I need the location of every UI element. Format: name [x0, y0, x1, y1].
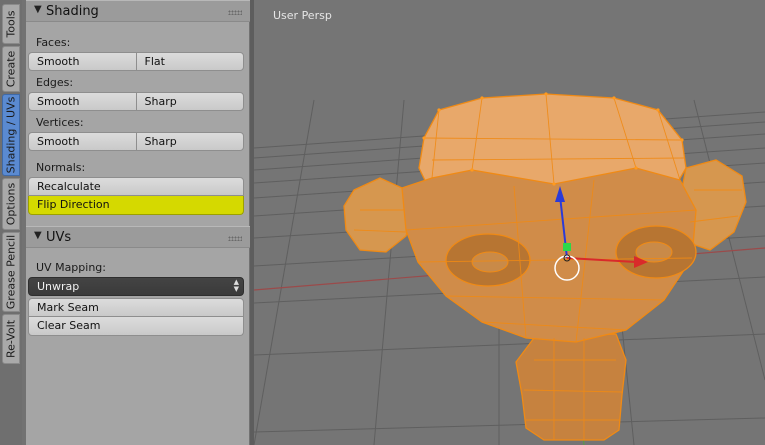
mark-seam-button[interactable]: Mark Seam: [28, 298, 244, 317]
uv-mapping-dropdown[interactable]: Unwrap ▲ ▼: [28, 277, 244, 296]
uvs-panel-header[interactable]: ▼ UVs: [26, 226, 250, 248]
tab-create-label: Create: [4, 50, 18, 88]
vertices-sharp-button[interactable]: Sharp: [135, 132, 244, 151]
uv-mapping-label: UV Mapping:: [36, 261, 106, 274]
faces-smooth-button[interactable]: Smooth: [28, 52, 136, 71]
uv-mapping-row: Unwrap ▲ ▼: [28, 277, 244, 296]
tab-create[interactable]: Create: [2, 46, 20, 92]
tool-shelf-tabs: Tools Create Shading / UVs Options Greas…: [0, 0, 23, 445]
clear-seam-button[interactable]: Clear Seam: [28, 317, 244, 336]
tab-re-volt[interactable]: Re-Volt: [2, 314, 20, 364]
flip-direction-row: Flip Direction: [28, 196, 244, 215]
drag-grip-icon[interactable]: [228, 10, 242, 15]
collapse-triangle-icon[interactable]: ▼: [34, 4, 42, 15]
recalculate-row: Recalculate: [28, 177, 244, 196]
vertices-shading-row: Smooth Sharp: [28, 132, 244, 151]
tab-re-volt-label: Re-Volt: [4, 319, 18, 359]
tab-tools-label: Tools: [4, 10, 18, 38]
flip-direction-button[interactable]: Flip Direction: [28, 196, 244, 215]
drag-grip-icon[interactable]: [228, 236, 242, 241]
tab-shading-uvs[interactable]: Shading / UVs: [2, 94, 20, 176]
edges-label: Edges:: [36, 76, 74, 89]
clear-seam-row: Clear Seam: [28, 317, 244, 336]
tab-tools[interactable]: Tools: [2, 4, 20, 44]
faces-shading-row: Smooth Flat: [28, 52, 244, 71]
shading-panel-header[interactable]: ▼ Shading: [26, 0, 250, 22]
faces-label: Faces:: [36, 36, 71, 49]
edges-smooth-button[interactable]: Smooth: [28, 92, 136, 111]
tab-options[interactable]: Options: [2, 178, 20, 230]
tab-grease-pencil-label: Grease Pencil: [4, 234, 18, 310]
tab-options-label: Options: [4, 182, 18, 226]
uvs-panel-title: UVs: [46, 230, 72, 245]
vertices-smooth-button[interactable]: Smooth: [28, 132, 136, 151]
collapse-triangle-icon[interactable]: ▼: [34, 230, 42, 241]
uv-mapping-value: Unwrap: [37, 280, 80, 293]
viewport-canvas[interactable]: [254, 0, 765, 445]
shading-panel-title: Shading: [46, 4, 99, 19]
monkey-mesh[interactable]: [343, 92, 747, 441]
3d-viewport[interactable]: User Persp: [254, 0, 765, 445]
recalculate-button[interactable]: Recalculate: [28, 177, 244, 196]
updown-arrows-icon: ▲ ▼: [233, 278, 239, 293]
mark-seam-row: Mark Seam: [28, 298, 244, 317]
tab-shading-uvs-label: Shading / UVs: [4, 96, 18, 174]
vertices-label: Vertices:: [36, 116, 84, 129]
normals-label: Normals:: [36, 161, 86, 174]
faces-flat-button[interactable]: Flat: [135, 52, 244, 71]
edges-shading-row: Smooth Sharp: [28, 92, 244, 111]
viewport-title: User Persp: [273, 9, 332, 22]
tab-grease-pencil[interactable]: Grease Pencil: [2, 232, 20, 312]
edges-sharp-button[interactable]: Sharp: [135, 92, 244, 111]
